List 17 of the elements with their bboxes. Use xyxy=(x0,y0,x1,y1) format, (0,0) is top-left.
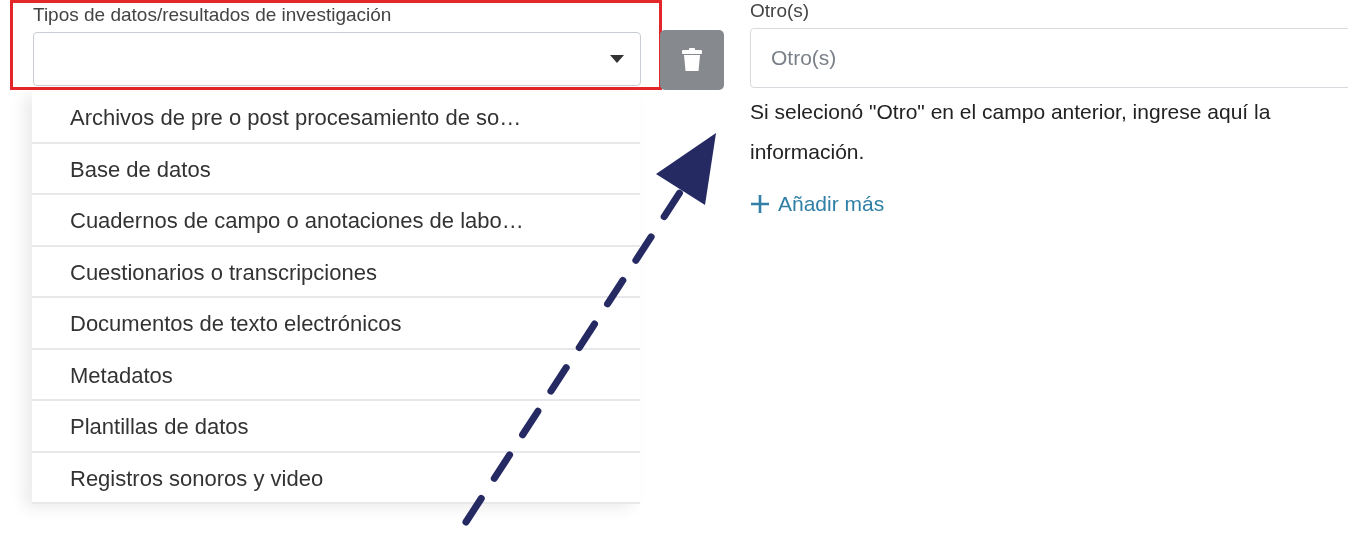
trash-icon xyxy=(682,48,702,72)
help-text: Si selecionó "Otro" en el campo anterior, ingrese aquí la información. xyxy=(750,99,1272,165)
delete-button[interactable] xyxy=(660,30,724,90)
dropdown-option[interactable]: Plantillas de datos xyxy=(32,401,640,453)
field-label: Otro(s) xyxy=(750,0,811,22)
dropdown-option[interactable]: Base de datos xyxy=(32,143,640,195)
plus-icon xyxy=(750,194,770,214)
dropdown-option[interactable]: Cuestionarios o transcripciones xyxy=(32,246,640,298)
dropdown-option[interactable]: Documentos de texto electrónicos xyxy=(32,298,640,350)
dropdown-option[interactable]: Cuadernos de campo o anotaciones de labo… xyxy=(32,195,640,247)
caret-icon xyxy=(610,55,624,63)
dropdown-option[interactable]: Archivos de pre o post procesamiento de so… xyxy=(32,92,640,144)
add-more-link[interactable]: Añadir más xyxy=(750,192,885,216)
field-label: Tipos de datos/resultados de investigación xyxy=(33,4,393,26)
dropdown-option[interactable]: Metadatos xyxy=(32,349,640,401)
dropdown-option[interactable]: Registros sonoros y video xyxy=(32,452,640,504)
text-field[interactable]: Otro(s) xyxy=(750,28,1348,88)
